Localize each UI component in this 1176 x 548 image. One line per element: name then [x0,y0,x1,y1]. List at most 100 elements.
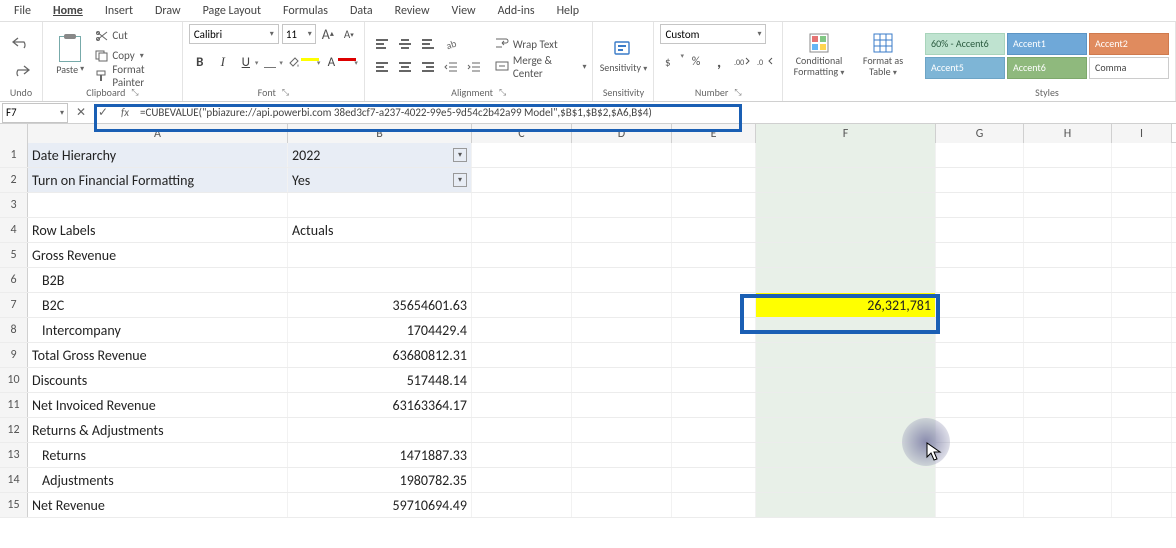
align-center-button[interactable] [394,57,416,77]
number-dialog-launcher[interactable]: ⤡ [734,87,741,100]
cell[interactable] [28,193,288,217]
align-middle-button[interactable] [394,34,416,54]
align-right-button[interactable] [417,57,439,77]
cell[interactable] [572,318,672,342]
cell[interactable]: 1471887.33 [288,443,472,467]
row-header[interactable]: 9 [0,343,28,367]
cell[interactable] [672,343,756,367]
cell[interactable] [1024,243,1112,267]
cell[interactable] [1112,143,1172,167]
cell[interactable] [1112,318,1172,342]
borders-dropdown[interactable]: ▾ [279,58,283,67]
cell[interactable] [572,443,672,467]
cell[interactable] [936,218,1024,242]
cell[interactable] [572,143,672,167]
style-accent6[interactable]: Accent6 [1007,57,1087,79]
style-comma[interactable]: Comma [1089,57,1169,79]
cell[interactable] [756,143,936,167]
comma-format-button[interactable]: , [708,51,730,73]
cell[interactable]: Adjustments [28,468,288,492]
cell[interactable]: Total Gross Revenue [28,343,288,367]
cell[interactable]: Gross Revenue [28,243,288,267]
cell[interactable]: Net Revenue [28,493,288,517]
cell[interactable] [572,243,672,267]
cell[interactable]: 63163364.17 [288,393,472,417]
cell[interactable] [472,268,572,292]
cell[interactable] [756,368,936,392]
percent-format-button[interactable]: % [685,51,707,73]
col-header-h[interactable]: H [1024,124,1112,143]
cell[interactable] [472,168,572,192]
fill-color-dropdown[interactable]: ▾ [317,58,321,67]
menu-data[interactable]: Data [340,2,383,20]
cell[interactable] [936,143,1024,167]
cell[interactable] [1024,143,1112,167]
cell[interactable]: Turn on Financial Formatting [28,168,288,192]
font-dialog-launcher[interactable]: ⤡ [282,87,289,100]
row-header[interactable]: 8 [0,318,28,342]
cell[interactable] [672,293,756,317]
underline-button[interactable]: U [235,51,257,73]
cell[interactable]: Returns [28,443,288,467]
decrease-indent-button[interactable] [440,57,462,77]
style-accent5[interactable]: Accent5 [925,57,1005,79]
cell[interactable] [936,293,1024,317]
cell[interactable] [1112,168,1172,192]
col-header-g[interactable]: G [936,124,1024,143]
cell[interactable]: Row Labels [28,218,288,242]
cell[interactable] [936,493,1024,517]
align-left-button[interactable] [371,57,393,77]
cell[interactable] [472,418,572,442]
cell[interactable] [472,468,572,492]
cell[interactable] [1112,193,1172,217]
cell[interactable]: 517448.14 [288,368,472,392]
cell[interactable] [1024,393,1112,417]
cell[interactable] [672,243,756,267]
row-header[interactable]: 11 [0,393,28,417]
cell[interactable] [572,343,672,367]
italic-button[interactable]: I [212,51,234,73]
cell[interactable] [472,243,572,267]
bold-button[interactable]: B [189,51,211,73]
fill-color-button[interactable] [284,51,304,73]
row-header[interactable]: 4 [0,218,28,242]
cell[interactable] [936,343,1024,367]
row-header[interactable]: 3 [0,193,28,217]
col-header-i[interactable]: I [1112,124,1172,143]
cell[interactable] [288,193,472,217]
cell[interactable] [572,418,672,442]
col-header-a[interactable]: A [28,124,288,143]
menu-draw[interactable]: Draw [145,2,191,20]
font-color-button[interactable]: A [321,51,341,73]
name-box[interactable]: F7▾ [2,103,68,123]
increase-decimal-button[interactable]: .00 [731,51,753,73]
format-as-table-button[interactable]: Format as Table ▾ [853,32,913,79]
decrease-decimal-button[interactable]: .0 [754,51,776,73]
style-accent1[interactable]: Accent1 [1007,33,1087,55]
enter-formula-button[interactable]: ✓ [92,103,114,123]
row-header[interactable]: 6 [0,268,28,292]
cell[interactable]: Yes▾ [288,168,472,192]
cell[interactable]: 63680812.31 [288,343,472,367]
cell[interactable] [572,218,672,242]
cell[interactable] [288,243,472,267]
cell[interactable] [1024,168,1112,192]
row-header[interactable]: 12 [0,418,28,442]
col-header-c[interactable]: C [472,124,572,143]
font-size-select[interactable]: 11▾ [282,24,316,44]
cell[interactable] [1112,343,1172,367]
cell[interactable] [1024,218,1112,242]
cell[interactable]: 59710694.49 [288,493,472,517]
cell[interactable] [672,468,756,492]
cell[interactable] [672,218,756,242]
cell[interactable] [1024,268,1112,292]
cell[interactable] [1024,418,1112,442]
decrease-font-button[interactable]: A▾ [340,24,358,44]
cut-button[interactable]: Cut [95,27,175,45]
cell[interactable] [936,468,1024,492]
cell[interactable] [572,368,672,392]
cell[interactable] [1112,468,1172,492]
cell[interactable] [1024,468,1112,492]
orientation-button[interactable]: ab [440,34,462,54]
cell[interactable] [1112,368,1172,392]
